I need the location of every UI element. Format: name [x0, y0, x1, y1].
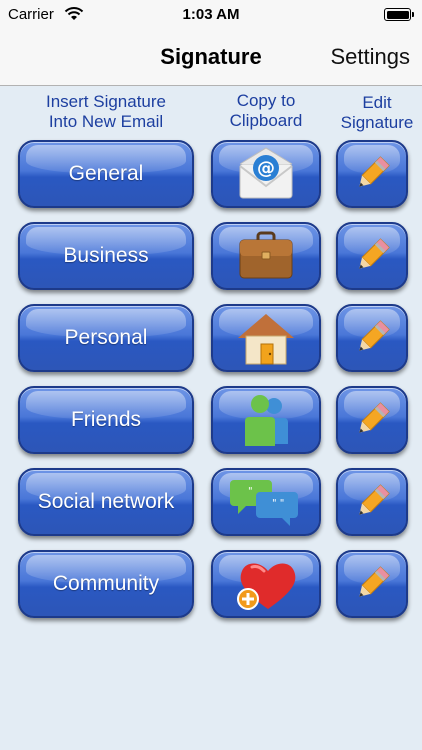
- edit-header-line2: Signature: [340, 113, 414, 132]
- svg-text:": ": [248, 486, 253, 497]
- copy-friends-button[interactable]: [211, 386, 321, 454]
- copy-column-header: Copy to Clipboard: [206, 91, 326, 131]
- insert-general-label: General: [68, 162, 144, 185]
- insert-business-button[interactable]: Business: [18, 222, 194, 290]
- svg-text:@: @: [257, 158, 275, 179]
- insert-header-line2: Into New Email: [48, 112, 164, 131]
- briefcase-icon: [239, 231, 293, 279]
- copy-header-line2: Clipboard: [229, 111, 303, 130]
- pencil-icon: [359, 566, 390, 597]
- insert-column-header: Insert Signature Into New Email: [18, 92, 194, 132]
- svg-text:" ": " ": [272, 498, 284, 509]
- edit-community-button[interactable]: [336, 550, 408, 618]
- clock: 1:03 AM: [182, 6, 240, 23]
- insert-business-label: Business: [63, 244, 149, 267]
- edit-social-network-button[interactable]: [336, 468, 408, 536]
- heart-plus-icon: [237, 563, 296, 610]
- pencil-icon: [359, 402, 390, 433]
- copy-community-button[interactable]: [211, 550, 321, 618]
- insert-friends-button[interactable]: Friends: [18, 386, 194, 454]
- edit-header-line1: Edit: [362, 93, 392, 112]
- copy-general-button[interactable]: @: [211, 140, 321, 208]
- house-icon: [238, 314, 294, 365]
- chat-bubbles-icon: " " ": [230, 480, 298, 526]
- insert-personal-button[interactable]: Personal: [18, 304, 194, 372]
- settings-button[interactable]: Settings: [331, 44, 411, 70]
- insert-social-network-label: Social network: [37, 490, 175, 513]
- pencil-icon: [359, 238, 390, 269]
- insert-header-line1: Insert Signature: [45, 92, 166, 111]
- insert-friends-label: Friends: [70, 408, 142, 431]
- battery-icon: [384, 8, 414, 21]
- insert-personal-label: Personal: [64, 326, 148, 349]
- insert-community-label: Community: [52, 572, 160, 595]
- insert-general-button[interactable]: General: [18, 140, 194, 208]
- pencil-icon: [359, 320, 390, 351]
- pencil-icon: [359, 156, 390, 187]
- copy-header-line1: Copy to: [236, 91, 296, 110]
- edit-column-header: Edit Signature: [334, 93, 420, 133]
- edit-friends-button[interactable]: [336, 386, 408, 454]
- edit-general-button[interactable]: [336, 140, 408, 208]
- email-icon: @: [239, 147, 293, 199]
- pencil-icon: [359, 484, 390, 515]
- navigation-bar: Signature Settings: [0, 30, 422, 86]
- copy-social-network-button[interactable]: " " ": [211, 468, 321, 536]
- edit-personal-button[interactable]: [336, 304, 408, 372]
- status-bar: Carrier 1:03 AM: [0, 0, 422, 30]
- people-icon: [245, 395, 288, 446]
- insert-social-network-button[interactable]: Social network: [18, 468, 194, 536]
- copy-personal-button[interactable]: [211, 304, 321, 372]
- copy-business-button[interactable]: [211, 222, 321, 290]
- insert-community-button[interactable]: Community: [18, 550, 194, 618]
- edit-business-button[interactable]: [336, 222, 408, 290]
